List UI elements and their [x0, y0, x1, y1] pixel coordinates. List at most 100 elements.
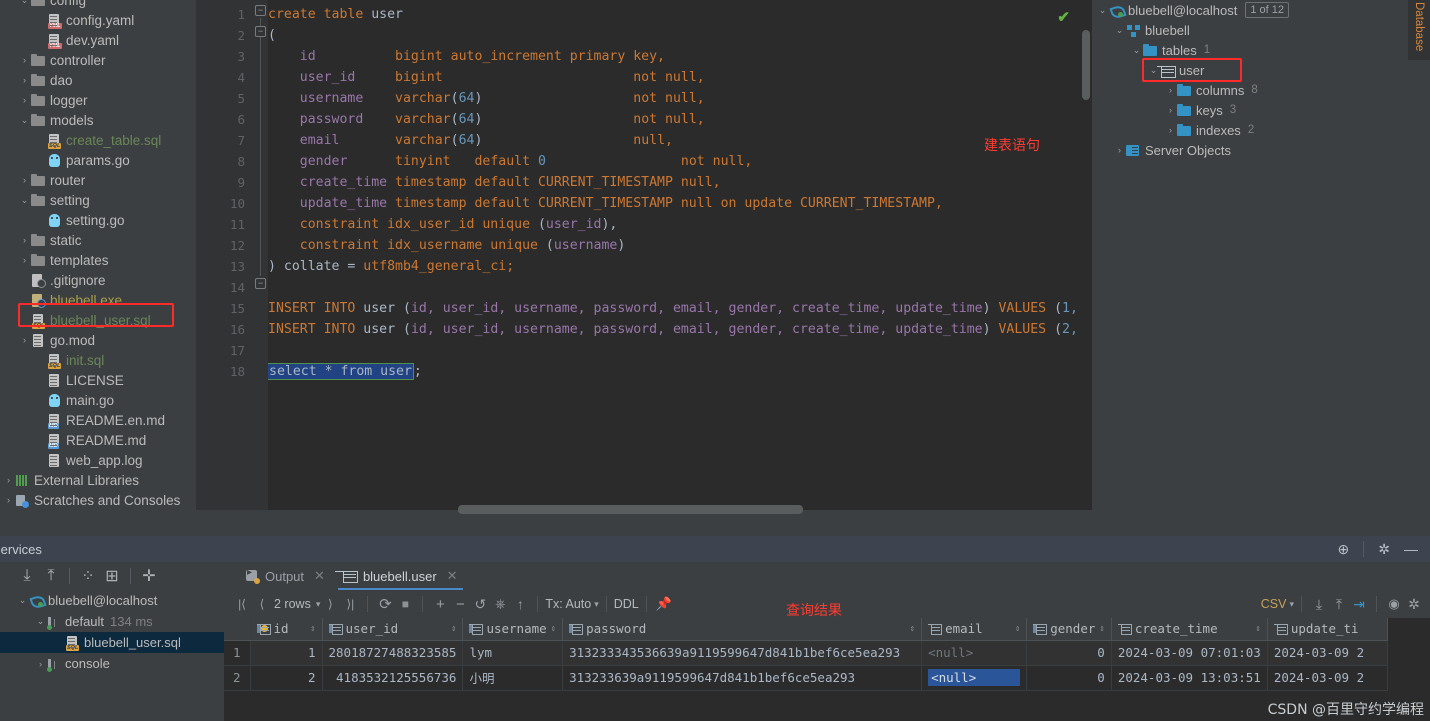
expand-all-icon[interactable]: ⤓: [16, 565, 38, 587]
database-tree-panel[interactable]: Database ⌄ bluebell@localhost 1 of 12 ⌄ blue…: [1092, 0, 1430, 528]
project-tree-item[interactable]: ›YMLconfig.yaml: [0, 10, 196, 30]
cell-username[interactable]: 小明: [462, 665, 564, 691]
chevron-down-icon[interactable]: ⌄: [1130, 45, 1143, 56]
db-tree-item[interactable]: › columns 8: [1092, 80, 1430, 100]
minimize-icon[interactable]: —: [1404, 542, 1418, 556]
cell-email[interactable]: <null>: [921, 640, 1028, 666]
column-header[interactable]: password ⇕: [562, 618, 923, 641]
chevron-right-icon[interactable]: ›: [2, 495, 15, 505]
column-header[interactable]: user_id ⇕: [322, 618, 464, 641]
services-tree-item[interactable]: ⌄ default 134 ms: [0, 611, 224, 632]
project-tree-item[interactable]: ⌄ setting: [0, 190, 196, 210]
db-tree-item[interactable]: › Server Objects: [1092, 140, 1430, 160]
close-icon[interactable]: ✕: [447, 568, 458, 584]
cell-id[interactable]: 1: [250, 640, 323, 666]
result-tab[interactable]: Output ✕: [236, 562, 334, 590]
project-tree-panel[interactable]: ⌄ config › YML config.yaml › YML dev.yaml › contr…: [0, 0, 196, 528]
project-tree-item[interactable]: ›SQLcreate_table.sql: [0, 130, 196, 150]
code-line[interactable]: update_time timestamp default CURRENT_TI…: [268, 193, 1076, 214]
project-tree-item[interactable]: › controller: [0, 50, 196, 70]
code-line[interactable]: (: [268, 25, 1076, 46]
chevron-down-icon[interactable]: ⌄: [1147, 65, 1160, 76]
cell-id[interactable]: 2: [250, 665, 323, 691]
chevron-right-icon[interactable]: ›: [18, 235, 31, 245]
code-line[interactable]: select * from user;: [268, 361, 1076, 382]
add-icon[interactable]: ✛: [138, 565, 160, 587]
code-line[interactable]: password varchar(64) not null,: [268, 109, 1076, 130]
submit-icon[interactable]: ⎈: [490, 596, 510, 612]
upload-data-icon[interactable]: ⤒: [1329, 596, 1349, 613]
chevron-right-icon[interactable]: ›: [1164, 85, 1177, 95]
code-line[interactable]: constraint idx_user_id unique (user_id),: [268, 214, 1076, 235]
chevron-down-icon[interactable]: ▾: [594, 599, 599, 610]
project-tree-item[interactable]: › static: [0, 230, 196, 250]
cell-gender[interactable]: 0: [1026, 640, 1112, 666]
gear-icon[interactable]: ✲: [1404, 596, 1424, 613]
editor-vertical-scrollbar-thumb[interactable]: [1082, 30, 1090, 100]
chevron-down-icon[interactable]: ⌄: [34, 616, 47, 627]
chevron-down-icon[interactable]: ⌄: [1113, 25, 1126, 36]
project-tree-item[interactable]: › dao: [0, 70, 196, 90]
cell-update_time[interactable]: 2024-03-09 2: [1267, 640, 1388, 666]
column-header[interactable]: gender ⇕: [1026, 618, 1112, 641]
delete-row-icon[interactable]: −: [450, 596, 470, 613]
reload-icon[interactable]: ⟳: [375, 595, 395, 613]
tx-mode-label[interactable]: Tx: Auto: [545, 597, 591, 611]
project-tree-item[interactable]: ›.gitignore: [0, 270, 196, 290]
editor-vertical-scrollbar-track[interactable]: [1080, 0, 1092, 510]
table-row[interactable]: 2 2 4183532125556736 小明 313233639a9119599647…: [224, 665, 1388, 691]
selected-statement[interactable]: select * from user: [268, 363, 414, 380]
collapse-all-icon[interactable]: ⤒: [40, 565, 62, 587]
chevron-right-icon[interactable]: ›: [34, 659, 47, 669]
cell-user_id[interactable]: 28018727488323585: [322, 640, 464, 666]
chevron-right-icon[interactable]: ›: [18, 335, 31, 345]
fold-marker-3[interactable]: −: [255, 278, 266, 289]
chevron-right-icon[interactable]: ›: [18, 95, 31, 105]
fold-marker-2[interactable]: −: [255, 26, 266, 37]
sort-icon[interactable]: ⇕: [910, 624, 915, 634]
code-line[interactable]: create_time timestamp default CURRENT_TI…: [268, 172, 1076, 193]
chevron-right-icon[interactable]: ›: [18, 75, 31, 85]
revert-icon[interactable]: ↺: [470, 596, 490, 613]
services-tree-item[interactable]: › console: [0, 653, 224, 674]
close-icon[interactable]: ✕: [314, 568, 325, 584]
cell-password[interactable]: 313233639a9119599647d841b1bef6ce5ea293: [562, 665, 923, 691]
project-tree-item[interactable]: › router: [0, 170, 196, 190]
cell-update_time[interactable]: 2024-03-09 2: [1267, 665, 1388, 691]
results-table[interactable]: id ⇕ user_id ⇕ username ⇕ password ⇕ email ⇕ gende…: [224, 618, 1388, 691]
column-header[interactable]: create_time ⇕: [1111, 618, 1268, 641]
code-line[interactable]: constraint idx_username unique (username…: [268, 235, 1076, 256]
code-line[interactable]: INSERT INTO user (id, user_id, username,…: [268, 319, 1076, 340]
project-tree-item[interactable]: ›LICENSE: [0, 370, 196, 390]
db-tree-item[interactable]: › keys 3: [1092, 100, 1430, 120]
sql-editor[interactable]: 1 2 3 4 5 6 7 8 9 10 11 12 13 14 15 16 17 18 − − − create…: [196, 0, 1092, 528]
project-tree-item[interactable]: ›main.go: [0, 390, 196, 410]
code-line[interactable]: ) collate = utf8mb4_general_ci;: [268, 256, 1076, 277]
last-page-icon[interactable]: ⟩|: [340, 597, 360, 611]
project-tree-item[interactable]: ›SQLbluebell_user.sql: [0, 310, 196, 330]
services-bar-actions[interactable]: ⊕ ✲ —: [1338, 541, 1430, 557]
services-tree-item[interactable]: ⌄ bluebell@localhost: [0, 590, 224, 611]
chevron-down-icon[interactable]: ⌄: [18, 115, 31, 126]
project-tree-item[interactable]: ›MDREADME.md: [0, 430, 196, 450]
cell-user_id[interactable]: 4183532125556736: [322, 665, 464, 691]
target-icon[interactable]: ⊕: [1338, 542, 1350, 556]
db-tree-item[interactable]: ⌄ bluebell: [1092, 20, 1430, 40]
ddl-button[interactable]: DDL: [614, 597, 639, 611]
project-tree-item[interactable]: ⌄ models: [0, 110, 196, 130]
first-page-icon[interactable]: |⟨: [232, 597, 252, 611]
stop-icon[interactable]: ■: [395, 597, 415, 611]
download-icon[interactable]: ⤓: [1309, 596, 1329, 613]
chevron-down-icon[interactable]: ⌄: [1096, 5, 1109, 16]
chevron-right-icon[interactable]: ›: [1113, 145, 1126, 155]
project-tree-item[interactable]: ›setting.go: [0, 210, 196, 230]
sort-icon[interactable]: ⇕: [451, 624, 456, 634]
editor-code-area[interactable]: create table user( id bigint auto_increm…: [268, 0, 1076, 510]
code-line[interactable]: INSERT INTO user (id, user_id, username,…: [268, 298, 1076, 319]
project-tree-item[interactable]: ›bluebell.exe: [0, 290, 196, 310]
code-line[interactable]: username varchar(64) not null,: [268, 88, 1076, 109]
chevron-down-icon[interactable]: ⌄: [16, 595, 29, 606]
sort-icon[interactable]: ⇕: [1099, 624, 1104, 634]
cell-username[interactable]: lym: [462, 640, 564, 666]
code-line[interactable]: email varchar(64) null,: [268, 130, 1076, 151]
